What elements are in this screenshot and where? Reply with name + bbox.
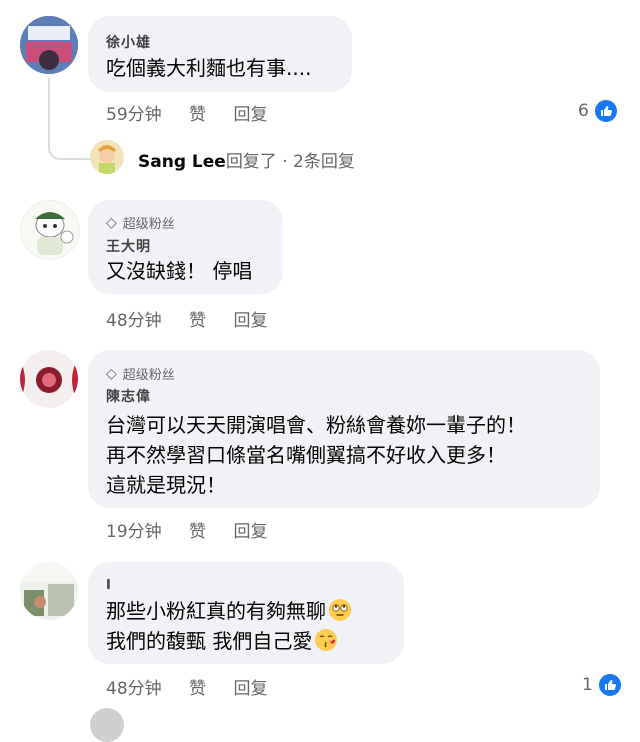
reaction-count[interactable]: 1	[582, 672, 623, 698]
badge-label: 超级粉丝	[122, 217, 175, 232]
reply-button[interactable]: 回复	[233, 105, 267, 125]
comment-text: 吃個義大利麵也有事....	[106, 56, 312, 80]
reply-thread-link[interactable]: Sang Lee回复了 · 2条回复	[138, 147, 355, 172]
comment-text: 我們的馥甄 我們自己愛	[106, 629, 313, 653]
comment-actions: 59分钟 赞 回复	[106, 100, 289, 125]
comment-actions: 48分钟 赞 回复	[106, 674, 289, 699]
reply-summary: 回复了 · 2条回复	[225, 152, 355, 172]
reaction-count[interactable]: 6	[578, 98, 619, 124]
comment-actions: 19分钟 赞 回复	[106, 517, 289, 542]
face-with-rolling-eyes-emoji	[329, 599, 351, 621]
comment-time[interactable]: 59分钟	[106, 105, 162, 125]
avatar[interactable]	[20, 350, 78, 408]
comment-author[interactable]: I	[106, 578, 112, 593]
comment-text-line: 那些小粉紅真的有夠無聊	[106, 596, 351, 626]
comment-time[interactable]: 48分钟	[106, 679, 162, 699]
avatar[interactable]	[20, 200, 80, 260]
top-fan-badge: ◇ 超级粉丝	[106, 213, 175, 233]
reply-button[interactable]: 回复	[233, 311, 267, 331]
comment-text-line: 台灣可以天天開演唱會、粉絲會養妳一輩子的！	[106, 413, 526, 437]
comment-actions: 48分钟 赞 回复	[106, 306, 289, 331]
comment-text-line: 我們的馥甄 我們自己愛	[106, 626, 338, 656]
diamond-icon: ◇	[106, 214, 117, 231]
comment-text-line: 這就是現況！	[106, 473, 226, 497]
comment-time[interactable]: 19分钟	[106, 522, 162, 542]
thumbs-up-icon	[592, 98, 619, 124]
comment-author[interactable]: 王大明	[106, 236, 151, 256]
comment-text-line: 再不然學習口條當名嘴側翼搞不好收入更多！	[106, 443, 506, 467]
like-button[interactable]: 赞	[189, 311, 206, 331]
avatar[interactable]	[90, 708, 124, 742]
avatar[interactable]	[20, 562, 78, 620]
reaction-number: 6	[578, 101, 589, 121]
comment-text: 又沒缺錢！ 停唱	[106, 259, 253, 283]
comment-author[interactable]: 徐小雄	[106, 32, 151, 52]
diamond-icon: ◇	[106, 365, 117, 382]
comment-time[interactable]: 48分钟	[106, 311, 162, 331]
avatar[interactable]	[90, 140, 124, 174]
top-fan-badge: ◇ 超级粉丝	[106, 364, 175, 384]
avatar[interactable]	[20, 16, 78, 74]
comment-author[interactable]: 陳志偉	[106, 386, 151, 406]
reply-author: Sang Lee	[138, 152, 226, 172]
reaction-number: 1	[582, 675, 593, 695]
thread-connector	[48, 78, 90, 160]
kissing-face-emoji	[315, 629, 338, 651]
thumbs-up-icon	[596, 672, 623, 698]
reply-button[interactable]: 回复	[233, 679, 267, 699]
badge-label: 超级粉丝	[122, 368, 175, 383]
like-button[interactable]: 赞	[189, 522, 206, 542]
reply-button[interactable]: 回复	[233, 522, 267, 542]
like-button[interactable]: 赞	[189, 105, 206, 125]
like-button[interactable]: 赞	[189, 679, 206, 699]
comment-text: 那些小粉紅真的有夠無聊	[106, 599, 326, 623]
